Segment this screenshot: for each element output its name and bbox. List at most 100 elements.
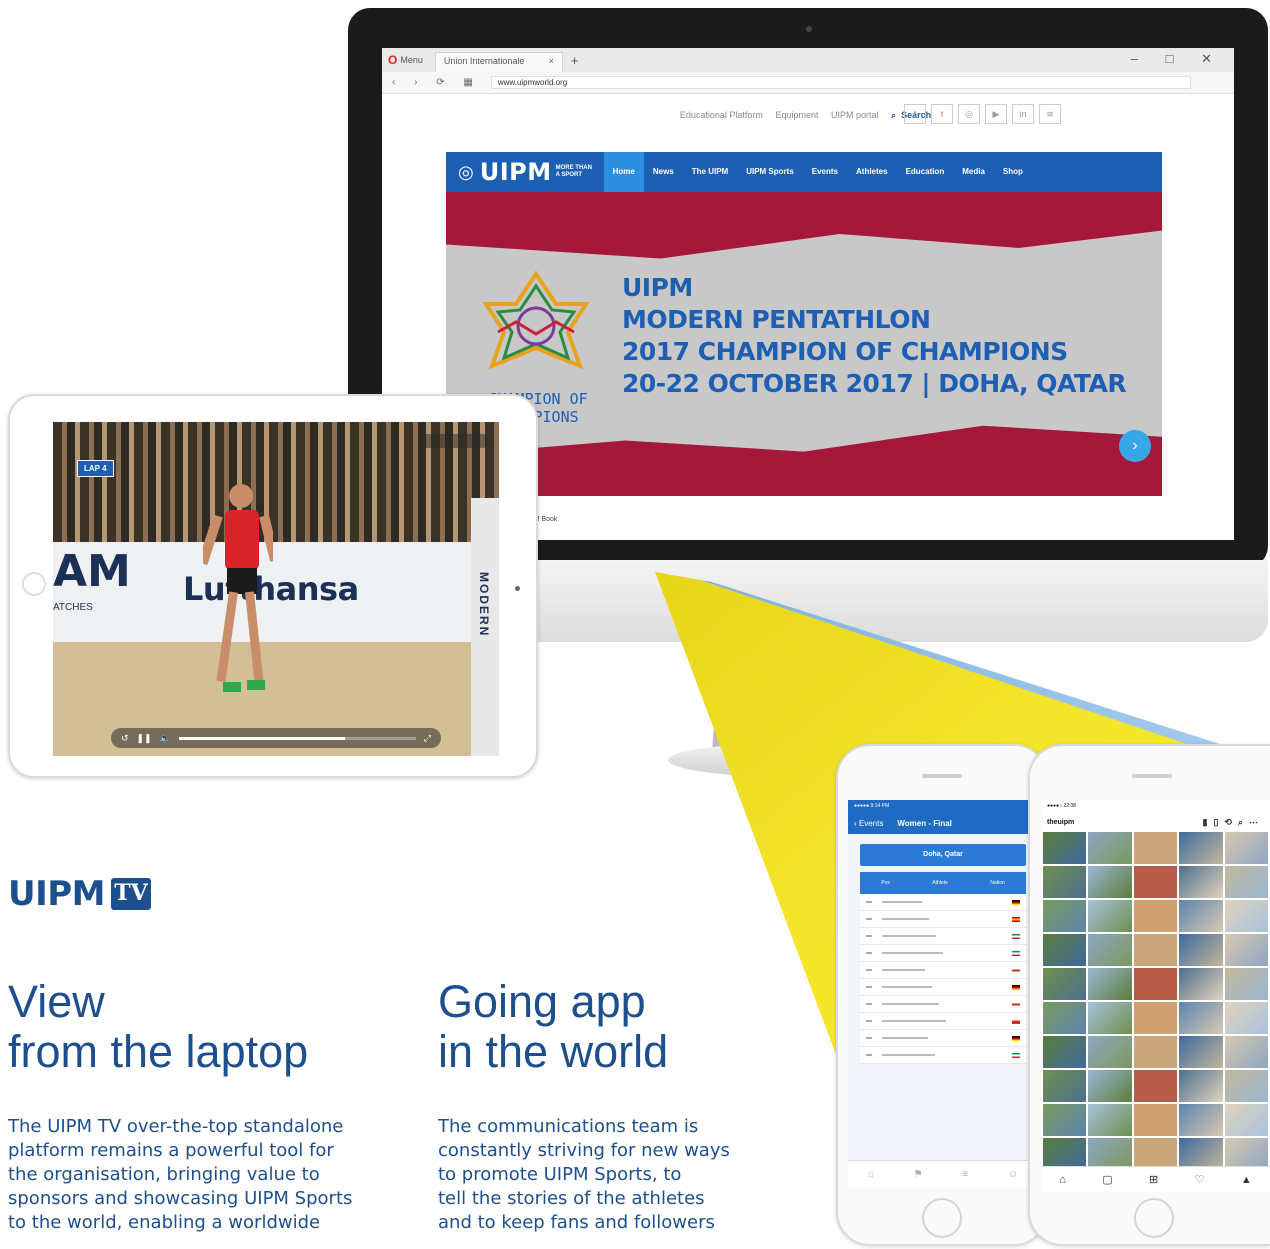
photo-thumbnail[interactable] <box>1043 1104 1087 1136</box>
profile-icon[interactable]: ▲ <box>1241 1174 1252 1186</box>
photo-thumbnail[interactable] <box>1133 866 1178 898</box>
add-post-icon[interactable]: ⊞ <box>1149 1173 1158 1186</box>
photo-thumbnail[interactable] <box>1224 866 1268 898</box>
heart-icon[interactable]: ♡ <box>1195 1173 1205 1186</box>
photo-thumbnail[interactable] <box>1179 1070 1223 1102</box>
video-progress-bar[interactable] <box>178 736 416 740</box>
photo-thumbnail[interactable] <box>1088 1104 1132 1136</box>
photo-thumbnail[interactable] <box>1224 1104 1268 1136</box>
pause-icon[interactable]: ❚❚ <box>137 733 152 744</box>
photo-thumbnail[interactable] <box>1179 934 1223 966</box>
nav-item-the-uipm[interactable]: The UIPM <box>683 152 737 192</box>
photo-thumbnail[interactable] <box>1088 968 1132 1000</box>
photo-thumbnail[interactable] <box>1133 1070 1178 1102</box>
profile-header-icons[interactable]: ▮▯⟲⌕⋯ <box>1203 817 1265 828</box>
results-table-row[interactable] <box>860 979 1026 996</box>
browser-nav-buttons[interactable]: ‹ › ⟳ ▦ <box>392 77 481 88</box>
tab-rankings-icon[interactable]: ≡ <box>962 1169 968 1180</box>
photo-thumbnail[interactable] <box>1179 1002 1223 1034</box>
photo-thumbnail[interactable] <box>1224 900 1268 932</box>
photo-thumbnail[interactable] <box>1224 1036 1268 1068</box>
phone-left-home-button[interactable] <box>922 1198 962 1238</box>
tablet-home-button[interactable] <box>22 572 46 596</box>
volume-icon[interactable]: 🔈 <box>160 733 171 744</box>
photo-thumbnail[interactable] <box>1224 934 1268 966</box>
photo-thumbnail[interactable] <box>1088 1070 1132 1102</box>
top-link[interactable]: UIPM portal <box>831 110 879 120</box>
rss-icon[interactable]: ≋ <box>1039 104 1061 124</box>
rewind-icon[interactable]: ↺ <box>121 733 129 744</box>
photo-thumbnail[interactable] <box>1088 832 1132 864</box>
phone-right-home-button[interactable] <box>1134 1198 1174 1238</box>
tab-profile-icon[interactable]: ☺ <box>1008 1169 1018 1180</box>
photo-thumbnail[interactable] <box>1088 934 1132 966</box>
photo-thumbnail[interactable] <box>1133 832 1178 864</box>
photo-thumbnail[interactable] <box>1133 900 1178 932</box>
hero-banner[interactable]: CHAMPION OF CHAMPIONS UIPM MODERN PENTAT… <box>446 192 1162 496</box>
volume-bar[interactable] <box>419 434 489 448</box>
photo-thumbnail[interactable] <box>1043 1070 1087 1102</box>
results-table-row[interactable] <box>860 962 1026 979</box>
results-table-row[interactable] <box>860 911 1026 928</box>
url-field[interactable]: www.uipmworld.org <box>490 76 1191 89</box>
tablet-video-player[interactable]: AM ATCHES Lufthansa MODERN LAP 4 ↺ ❚❚ 🔈 … <box>53 422 499 756</box>
photo-thumbnail[interactable] <box>1043 1002 1087 1034</box>
search-icon[interactable]: ▢ <box>1102 1173 1112 1186</box>
home-icon[interactable]: ⌂ <box>1059 1174 1066 1186</box>
photo-thumbnail[interactable] <box>1224 1070 1268 1102</box>
photo-thumbnail[interactable] <box>1179 832 1223 864</box>
photo-thumbnail[interactable] <box>1179 1036 1223 1068</box>
nav-item-education[interactable]: Education <box>897 152 954 192</box>
photo-thumbnail[interactable] <box>1224 1002 1268 1034</box>
results-table-row[interactable] <box>860 1047 1026 1064</box>
photo-thumbnail[interactable] <box>1088 1002 1132 1034</box>
photo-thumbnail[interactable] <box>1224 832 1268 864</box>
nav-item-events[interactable]: Events <box>803 152 847 192</box>
photo-thumbnail[interactable] <box>1043 866 1087 898</box>
photo-thumbnail[interactable] <box>1133 968 1178 1000</box>
photo-thumbnail[interactable] <box>1043 832 1087 864</box>
photo-thumbnail[interactable] <box>1179 866 1223 898</box>
site-logo[interactable]: UIPM <box>480 158 552 186</box>
results-table-row[interactable] <box>860 1030 1026 1047</box>
tab-home-icon[interactable]: ⌂ <box>868 1169 874 1180</box>
browser-tab[interactable]: Union Internationale × <box>434 52 563 72</box>
nav-item-athletes[interactable]: Athletes <box>847 152 897 192</box>
nav-item-uipm-sports[interactable]: UIPM Sports <box>737 152 803 192</box>
back-button[interactable]: ‹ Events <box>854 819 883 828</box>
nav-item-news[interactable]: News <box>644 152 683 192</box>
youtube-icon[interactable]: ▶ <box>985 104 1007 124</box>
close-tab-icon[interactable]: × <box>549 56 554 69</box>
photo-thumbnail[interactable] <box>1043 968 1087 1000</box>
photo-thumbnail[interactable] <box>1043 934 1087 966</box>
photo-thumbnail[interactable] <box>1224 968 1268 1000</box>
fullscreen-icon[interactable]: ⤢ <box>424 733 431 744</box>
photo-thumbnail[interactable] <box>1179 968 1223 1000</box>
results-table-row[interactable] <box>860 894 1026 911</box>
results-table-row[interactable] <box>860 1013 1026 1030</box>
twitter-icon[interactable]: t <box>931 104 953 124</box>
photo-thumbnail[interactable] <box>1179 1104 1223 1136</box>
photo-thumbnail[interactable] <box>1043 900 1087 932</box>
photo-thumbnail[interactable] <box>1088 866 1132 898</box>
photo-thumbnail[interactable] <box>1088 900 1132 932</box>
next-slide-arrow-icon[interactable]: › <box>1119 430 1151 462</box>
window-controls[interactable]: ‒ □ ✕ <box>1131 51 1224 67</box>
results-table-row[interactable] <box>860 945 1026 962</box>
facebook-icon[interactable]: f <box>904 104 926 124</box>
photo-thumbnail[interactable] <box>1133 934 1178 966</box>
opera-icon[interactable]: O <box>388 53 397 67</box>
nav-item-home[interactable]: Home <box>603 152 644 192</box>
photo-thumbnail[interactable] <box>1133 1002 1178 1034</box>
new-tab-icon[interactable]: + <box>571 53 579 68</box>
top-link[interactable]: Educational Platform <box>680 110 763 120</box>
tab-events-icon[interactable]: ⚑ <box>914 1169 923 1180</box>
photo-thumbnail[interactable] <box>1133 1104 1178 1136</box>
photo-thumbnail[interactable] <box>1179 900 1223 932</box>
results-table-row[interactable] <box>860 996 1026 1013</box>
browser-menu-label[interactable]: Menu <box>400 55 423 65</box>
nav-item-media[interactable]: Media <box>953 152 994 192</box>
photo-thumbnail[interactable] <box>1088 1036 1132 1068</box>
results-table-row[interactable] <box>860 928 1026 945</box>
nav-item-shop[interactable]: Shop <box>994 152 1032 192</box>
